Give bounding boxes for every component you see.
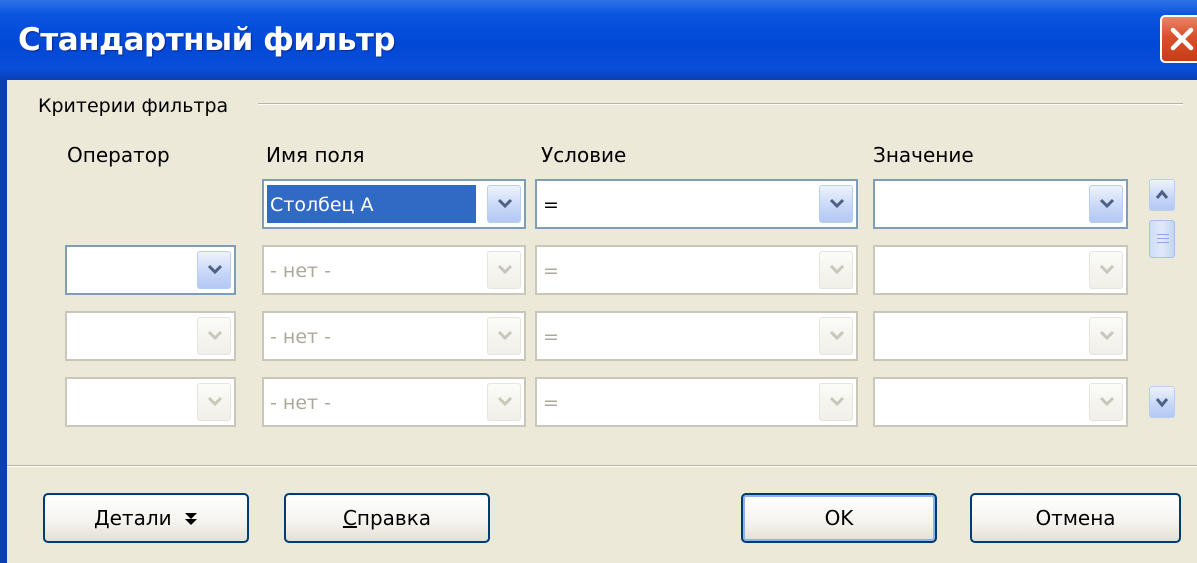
window-border bbox=[0, 80, 7, 563]
value-dropdown-button-3[interactable] bbox=[1089, 317, 1123, 355]
help-label: правка bbox=[356, 506, 432, 530]
dialog-body: Критерии фильтра Оператор Имя поля Услов… bbox=[0, 80, 1197, 563]
group-divider bbox=[258, 103, 1183, 105]
value-column-header: Значение bbox=[873, 143, 974, 167]
condition-value-2: = bbox=[543, 260, 559, 282]
chevron-down-icon bbox=[497, 264, 513, 275]
cancel-label: Отмена bbox=[1035, 506, 1116, 530]
field-name-dropdown-button-1[interactable] bbox=[487, 185, 521, 223]
condition-combo-4[interactable]: = bbox=[535, 377, 858, 427]
value-dropdown-button-1[interactable] bbox=[1089, 185, 1123, 223]
double-chevron-down-icon bbox=[184, 513, 197, 525]
scrollbar-thumb[interactable] bbox=[1149, 220, 1175, 258]
condition-value-1: = bbox=[543, 194, 559, 216]
chevron-down-icon bbox=[829, 264, 845, 275]
operator-dropdown-button-4[interactable] bbox=[197, 383, 231, 421]
value-dropdown-button-2[interactable] bbox=[1089, 251, 1123, 289]
field-name-value-1: Столбец A bbox=[266, 184, 477, 224]
operator-column-header: Оператор bbox=[67, 143, 170, 167]
operator-combo-2[interactable] bbox=[65, 245, 236, 295]
close-button[interactable] bbox=[1160, 15, 1197, 63]
field-name-column-header: Имя поля bbox=[266, 143, 365, 167]
condition-dropdown-button-2[interactable] bbox=[819, 251, 853, 289]
field-name-value-2: - нет - bbox=[270, 260, 331, 282]
chevron-down-icon bbox=[1099, 198, 1115, 209]
field-name-dropdown-button-4[interactable] bbox=[487, 383, 521, 421]
condition-dropdown-button-1[interactable] bbox=[819, 185, 853, 223]
window-title: Стандартный фильтр bbox=[18, 22, 396, 58]
value-combo-3[interactable] bbox=[873, 311, 1128, 361]
field-name-combo-3[interactable]: - нет - bbox=[262, 311, 526, 361]
title-bar[interactable]: Стандартный фильтр bbox=[0, 0, 1197, 80]
condition-value-3: = bbox=[543, 326, 559, 348]
condition-combo-2[interactable]: = bbox=[535, 245, 858, 295]
button-separator bbox=[0, 465, 1197, 467]
chevron-down-icon bbox=[829, 198, 845, 209]
chevron-down-icon bbox=[1099, 396, 1115, 407]
chevron-down-icon bbox=[207, 264, 223, 275]
chevron-down-icon bbox=[497, 396, 513, 407]
scroll-up-button[interactable] bbox=[1149, 179, 1175, 211]
ok-button[interactable]: OK bbox=[741, 493, 937, 543]
value-combo-2[interactable] bbox=[873, 245, 1128, 295]
close-icon bbox=[1170, 27, 1194, 51]
condition-dropdown-button-3[interactable] bbox=[819, 317, 853, 355]
operator-dropdown-button-2[interactable] bbox=[197, 251, 231, 289]
chevron-down-icon bbox=[207, 396, 223, 407]
field-name-dropdown-button-2[interactable] bbox=[487, 251, 521, 289]
value-dropdown-button-4[interactable] bbox=[1089, 383, 1123, 421]
details-label: Детали bbox=[94, 506, 172, 530]
chevron-down-icon bbox=[497, 330, 513, 341]
operator-dropdown-button-3[interactable] bbox=[197, 317, 231, 355]
condition-value-4: = bbox=[543, 392, 559, 414]
field-name-value-3: - нет - bbox=[270, 326, 331, 348]
chevron-down-icon bbox=[829, 330, 845, 341]
standard-filter-dialog: Стандартный фильтр Критерии фильтра Опер… bbox=[0, 0, 1197, 563]
chevron-down-icon bbox=[1099, 330, 1115, 341]
condition-column-header: Условие bbox=[541, 143, 627, 167]
help-mnemonic: С bbox=[342, 506, 357, 530]
help-button[interactable]: Справка bbox=[284, 493, 490, 543]
condition-dropdown-button-4[interactable] bbox=[819, 383, 853, 421]
value-combo-1[interactable] bbox=[873, 179, 1128, 229]
cancel-button[interactable]: Отмена bbox=[970, 493, 1181, 543]
chevron-up-icon bbox=[1155, 189, 1169, 199]
field-name-combo-4[interactable]: - нет - bbox=[262, 377, 526, 427]
condition-combo-3[interactable]: = bbox=[535, 311, 858, 361]
scroll-down-button[interactable] bbox=[1149, 386, 1175, 418]
operator-combo-4[interactable] bbox=[65, 377, 236, 427]
chevron-down-icon bbox=[497, 198, 513, 209]
chevron-down-icon bbox=[829, 396, 845, 407]
value-combo-4[interactable] bbox=[873, 377, 1128, 427]
field-name-dropdown-button-3[interactable] bbox=[487, 317, 521, 355]
ok-label: OK bbox=[824, 506, 854, 530]
filter-criteria-label: Критерии фильтра bbox=[38, 95, 229, 117]
chevron-down-icon bbox=[1155, 398, 1169, 408]
operator-combo-3[interactable] bbox=[65, 311, 236, 361]
chevron-down-icon bbox=[207, 330, 223, 341]
field-name-combo-2[interactable]: - нет - bbox=[262, 245, 526, 295]
field-name-value-4: - нет - bbox=[270, 392, 331, 414]
condition-combo-1[interactable]: = bbox=[535, 179, 858, 229]
chevron-down-icon bbox=[1099, 264, 1115, 275]
field-name-combo-1[interactable]: Столбец A bbox=[262, 179, 526, 229]
details-button[interactable]: Детали bbox=[43, 493, 249, 543]
